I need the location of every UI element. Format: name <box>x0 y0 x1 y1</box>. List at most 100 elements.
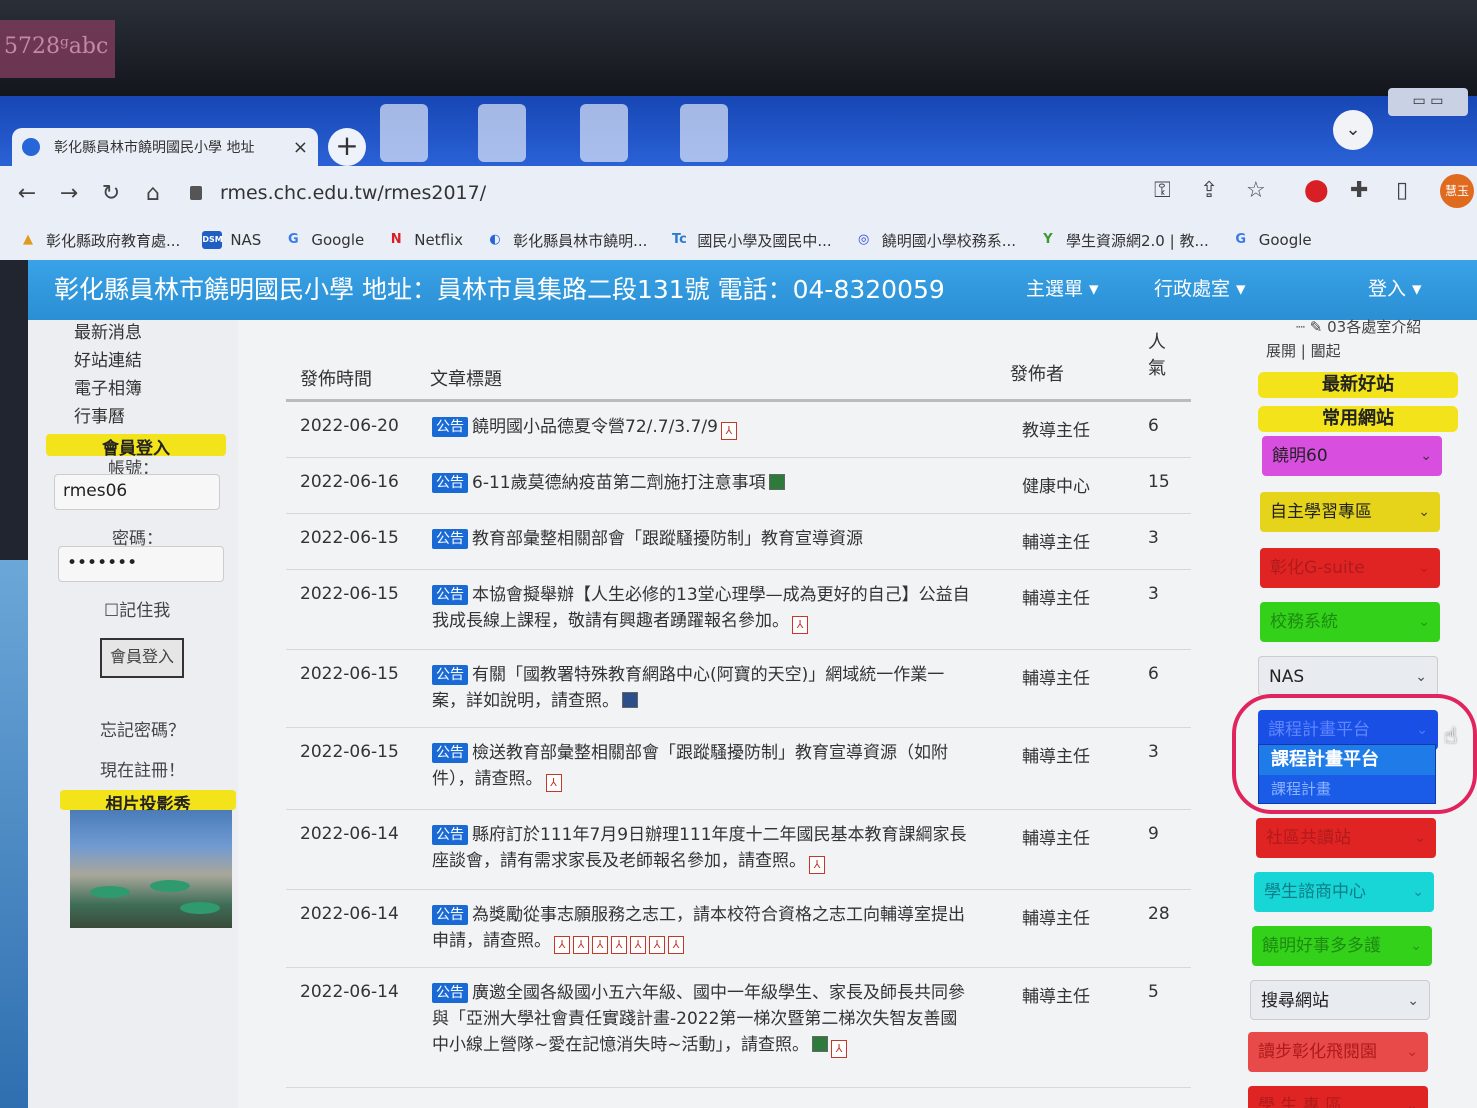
main-menu-link[interactable]: 主選單 ▾ <box>1026 274 1099 301</box>
bookmark-item[interactable]: N Netflix <box>386 231 463 249</box>
site-select[interactable]: 搜尋網站 ⌄ <box>1250 980 1430 1020</box>
account-input[interactable]: rmes06 <box>54 474 220 510</box>
good-sites-link[interactable]: 好站連結 <box>74 346 142 371</box>
row-title-link[interactable]: 公告 廣邀全國各級國小五六年級、國中一年級學生、家長及師長共同參與「亞洲大學社會責… <box>432 968 972 1058</box>
course-plan-dropdown[interactable]: 課程計畫平台 課程計畫 <box>1258 744 1436 804</box>
hits-column-header[interactable]: 人氣 <box>1148 330 1168 382</box>
back-icon[interactable]: ← <box>6 181 48 206</box>
puzzle-icon[interactable]: ✚ <box>1350 178 1368 203</box>
row-title-link[interactable]: 公告 為獎勵從事志願服務之志工，請本校符合資格之志工向輔導室提出申請，請查照。 ⅄ ⅄… <box>432 890 972 954</box>
browser-tab[interactable]: 彰化縣員林市饒明國民小學 地址 × <box>12 128 318 166</box>
site-select[interactable]: 校務系統 ⌄ <box>1260 602 1440 642</box>
row-title-link[interactable]: 公告 縣府訂於111年7月9日辦理111年度十二年國民基本教育課綱家長座談會，請有… <box>432 810 972 874</box>
bookmark-item[interactable]: ◎ 饒明國小學校務系... <box>854 230 1016 251</box>
bookmark-item[interactable]: G Google <box>1231 231 1311 249</box>
site-select[interactable]: 彰化G-suite ⌄ <box>1260 548 1440 588</box>
tree-controls: 展開 | 闔起 <box>1266 342 1341 360</box>
title-column-header[interactable]: 文章標題 <box>430 365 502 391</box>
collapse-link[interactable]: 闔起 <box>1311 342 1341 360</box>
bookmark-star-icon[interactable]: ☆ <box>1246 178 1266 203</box>
remember-me-checkbox[interactable]: ☐記住我 <box>104 596 170 621</box>
row-title-link[interactable]: 公告 饒明國小品德夏令營72/.7/3.7/9 ⅄ <box>432 402 972 440</box>
chevron-down-icon: ⌄ <box>1415 669 1427 685</box>
register-link[interactable]: 現在註冊！ <box>100 756 185 781</box>
forgot-password-link[interactable]: 忘記密碼？ <box>100 716 185 741</box>
new-tab-button[interactable]: + <box>328 128 366 166</box>
announcement-badge: 公告 <box>432 983 468 1003</box>
site-select[interactable]: 讀步彰化飛閱園 ⌄ <box>1248 1032 1428 1072</box>
bookmark-item[interactable]: Tc 國民小學及國民中... <box>669 230 832 251</box>
pdf-icon[interactable]: ⅄ <box>545 774 562 792</box>
screen: 5728ᵍabc 彰化縣員林市饒明國民小學 地址 × + ⌄ ▭ ▭ ← → ↻… <box>0 0 1477 1108</box>
latest-news-link[interactable]: 最新消息 <box>74 318 142 343</box>
bookmark-item[interactable]: DSM NAS <box>202 231 261 249</box>
announcements-table: 發佈時間 文章標題 發佈者 人氣 2022-06-20 公告 饒明國小品德夏令營72… <box>286 320 1191 1108</box>
site-select-label: 饒明好事多多護 <box>1262 936 1381 956</box>
expand-link[interactable]: 展開 <box>1266 342 1296 360</box>
dropdown-option-selected[interactable]: 課程計畫平台 <box>1259 745 1435 775</box>
row-title-link[interactable]: 公告 本協會擬舉辦【人生必修的13堂心理學—成為更好的自己】公益自我成長線上課程，… <box>432 570 972 634</box>
pdf-icon[interactable]: ⅄ <box>649 936 665 954</box>
pdf-icon[interactable]: ⅄ <box>611 936 627 954</box>
google-icon: G <box>1235 232 1247 247</box>
row-hits: 9 <box>1148 824 1159 844</box>
site-select[interactable]: 自主學習專區 ⌄ <box>1260 492 1440 532</box>
close-tab-icon[interactable]: × <box>293 137 308 158</box>
extension-icon[interactable]: ⬤ <box>1304 178 1329 203</box>
forward-icon[interactable]: → <box>48 181 90 206</box>
row-title-link[interactable]: 公告 教育部彙整相關部會「跟蹤騷擾防制」教育宣導資源 <box>432 514 972 552</box>
site-select[interactable]: 饒明好事多多護 ⌄ <box>1252 926 1432 966</box>
bookmark-item[interactable]: ▲ 彰化縣政府教育處... <box>18 230 180 251</box>
photo-album-link[interactable]: 電子相簿 <box>74 374 142 399</box>
table-header: 發佈時間 文章標題 發佈者 人氣 <box>286 320 1191 402</box>
pdf-icon[interactable]: ⅄ <box>668 936 684 954</box>
login-link[interactable]: 登入 ▾ <box>1368 274 1422 301</box>
pdf-icon[interactable]: ⅄ <box>809 856 825 874</box>
reload-icon[interactable]: ↻ <box>90 181 132 206</box>
row-title-link[interactable]: 公告 6-11歲莫德納疫苗第二劑施打注意事項 <box>432 458 972 496</box>
site-select[interactable]: 饒明60 ⌄ <box>1262 436 1442 476</box>
pdf-icon[interactable]: ⅄ <box>573 936 589 954</box>
pdf-icon[interactable]: ⅄ <box>592 936 608 954</box>
tree-item[interactable]: ┈ ✎ 03各處室介紹 <box>1296 316 1421 337</box>
row-title-text: 有關「國教署特殊教育網路中心(阿寶的天空)」網域統一作業一案，詳如說明，請查照。 <box>432 665 945 711</box>
home-icon[interactable]: ⌂ <box>132 181 174 206</box>
site-select[interactable]: NAS ⌄ <box>1258 656 1438 696</box>
row-title-link[interactable]: 公告 有關「國教署特殊教育網路中心(阿寶的天空)」網域統一作業一案，詳如說明，請查… <box>432 650 972 714</box>
member-login-header: 會員登入 <box>46 434 226 459</box>
key-icon[interactable]: ⚿ <box>1154 178 1171 203</box>
row-author: 輔導主任 <box>1022 747 1090 767</box>
bookmark-item[interactable]: G Google <box>283 231 364 249</box>
slideshow-photo[interactable] <box>70 810 232 928</box>
calendar-link[interactable]: 行事曆 <box>74 402 125 427</box>
site-select[interactable]: 學生諮商中心 ⌄ <box>1254 872 1434 912</box>
tab-search-icon[interactable]: ⌄ <box>1333 110 1373 150</box>
pdf-icon[interactable]: ⅄ <box>720 422 737 440</box>
member-login-button[interactable]: 會員登入 <box>100 638 184 678</box>
admin-offices-link[interactable]: 行政處室 ▾ <box>1154 274 1246 301</box>
share-icon[interactable]: ⇪ <box>1200 178 1218 203</box>
bookmark-item[interactable]: ◐ 彰化縣員林市饒明... <box>485 230 647 251</box>
date-column-header[interactable]: 發佈時間 <box>300 365 372 391</box>
row-date: 2022-06-14 <box>300 824 399 844</box>
address-bar[interactable]: rmes.chc.edu.tw/rmes2017/ <box>190 174 1150 212</box>
bookmark-item[interactable]: Y 學生資源網2.0 | 教... <box>1038 230 1208 251</box>
image-attachment-icon[interactable] <box>622 692 638 708</box>
site-select[interactable]: 社區共讀站 ⌄ <box>1256 818 1436 858</box>
window-controls[interactable]: ▭ ▭ <box>1388 88 1468 116</box>
pdf-icon[interactable]: ⅄ <box>554 936 570 954</box>
dropdown-option[interactable]: 課程計畫 <box>1259 775 1435 803</box>
row-hits: 5 <box>1148 982 1159 1002</box>
row-title-text: 饒明國小品德夏令營72/.7/3.7/9 <box>472 417 718 437</box>
image-attachment-icon[interactable] <box>768 474 785 490</box>
row-title-link[interactable]: 公告 檢送教育部彙整相關部會「跟蹤騷擾防制」教育宣導資源（如附件），請查照。 ⅄ <box>432 728 972 792</box>
image-attachment-icon[interactable] <box>812 1036 828 1052</box>
profile-avatar[interactable]: 慧玉 <box>1440 174 1474 208</box>
pdf-icon[interactable]: ⅄ <box>831 1040 847 1058</box>
password-input[interactable]: ••••••• <box>58 546 224 582</box>
side-panel-icon[interactable]: ▯ <box>1396 178 1408 203</box>
site-select[interactable]: 學 生 專 區 ⌄ <box>1248 1086 1428 1108</box>
pdf-icon[interactable]: ⅄ <box>792 616 808 634</box>
author-column-header[interactable]: 發佈者 <box>1010 360 1064 386</box>
pdf-icon[interactable]: ⅄ <box>630 936 646 954</box>
